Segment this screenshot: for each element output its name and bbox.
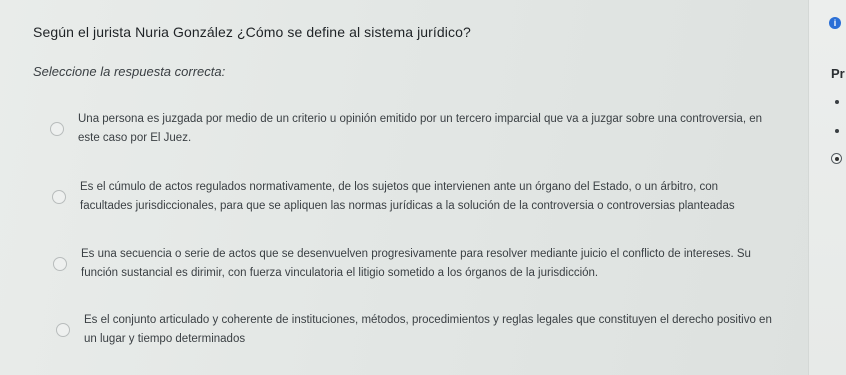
- question-text: Según el jurista Nuria González ¿Cómo se…: [33, 24, 471, 40]
- answer-option-label: Es el conjunto articulado y coherente de…: [84, 314, 772, 345]
- info-icon[interactable]: i: [829, 17, 841, 29]
- answer-option-2[interactable]: Es el cúmulo de actos regulados normativ…: [52, 178, 772, 216]
- bullet-dot: [835, 100, 839, 104]
- answer-option-label: Es el cúmulo de actos regulados normativ…: [80, 181, 735, 212]
- side-panel-label: Pr: [831, 66, 845, 81]
- instruction-text: Seleccione la respuesta correcta:: [33, 64, 226, 79]
- answer-option-label: Es una secuencia o serie de actos que se…: [81, 248, 751, 279]
- radio-button[interactable]: [56, 323, 70, 337]
- answer-option-1[interactable]: Una persona es juzgada por medio de un c…: [50, 110, 770, 148]
- answer-option-label: Una persona es juzgada por medio de un c…: [78, 113, 763, 144]
- bullet-dot: [835, 129, 839, 133]
- radio-button[interactable]: [52, 190, 66, 204]
- quiz-area: Según el jurista Nuria González ¿Cómo se…: [0, 0, 808, 375]
- radio-button[interactable]: [53, 257, 67, 271]
- answer-option-4[interactable]: Es el conjunto articulado y coherente de…: [56, 311, 776, 349]
- answer-option-3[interactable]: Es una secuencia o serie de actos que se…: [53, 245, 773, 283]
- selected-radio-icon[interactable]: [831, 153, 842, 164]
- side-panel: i Pr: [808, 0, 846, 375]
- radio-button[interactable]: [50, 122, 64, 136]
